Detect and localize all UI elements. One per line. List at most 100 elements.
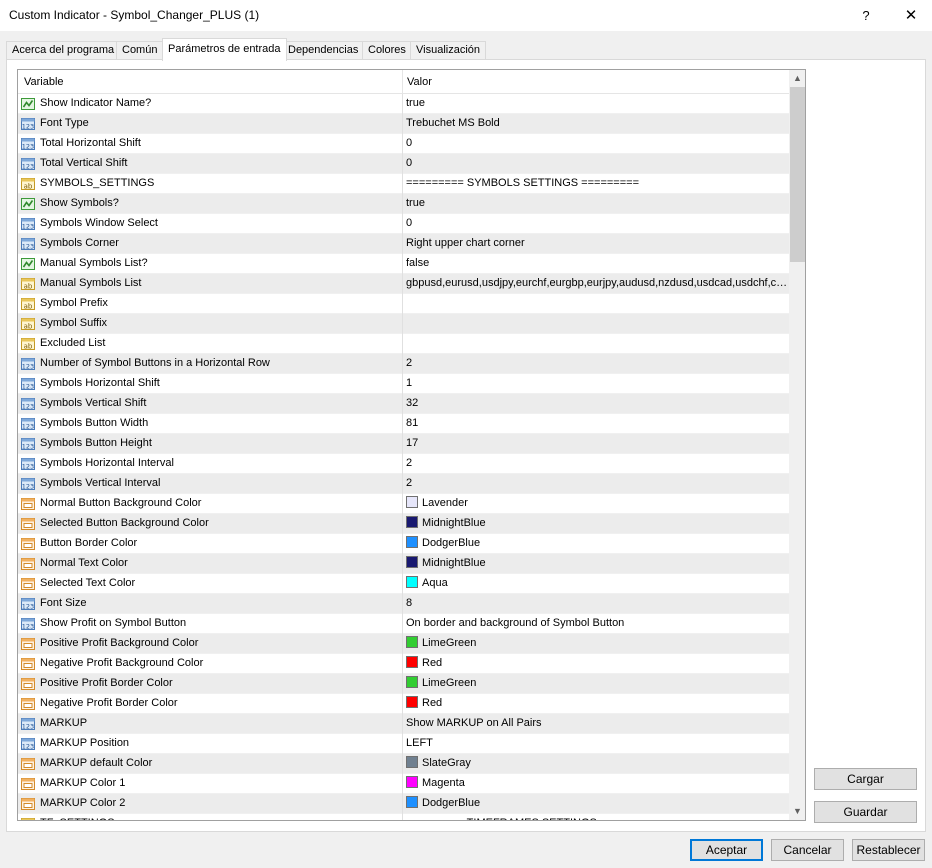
variable-cell[interactable]: ab Symbol Suffix — [18, 314, 403, 334]
parameter-row[interactable]: 123 Total Vertical Shift 0 — [18, 154, 789, 174]
value-cell[interactable]: 17 — [403, 434, 789, 454]
load-button[interactable]: Cargar — [814, 768, 917, 790]
parameter-row[interactable]: MARKUP Color 1 Magenta — [18, 774, 789, 794]
parameter-row[interactable]: 123 Show Profit on Symbol Button On border… — [18, 614, 789, 634]
value-cell[interactable]: Show MARKUP on All Pairs — [403, 714, 789, 734]
variable-cell[interactable]: 123 Number of Symbol Buttons in a Horizon… — [18, 354, 403, 374]
parameter-row[interactable]: Normal Text Color MidnightBlue — [18, 554, 789, 574]
variable-cell[interactable]: Manual Symbols List? — [18, 254, 403, 274]
value-cell[interactable]: 32 — [403, 394, 789, 414]
parameter-row[interactable]: 123 MARKUP Position LEFT — [18, 734, 789, 754]
value-cell[interactable]: 1 — [403, 374, 789, 394]
variable-cell[interactable]: Positive Profit Border Color — [18, 674, 403, 694]
parameter-row[interactable]: Manual Symbols List? false — [18, 254, 789, 274]
parameter-row[interactable]: 123 Symbols Button Width 81 — [18, 414, 789, 434]
cancel-button[interactable]: Cancelar — [771, 839, 844, 861]
variable-cell[interactable]: ab Symbol Prefix — [18, 294, 403, 314]
tab-dependencies[interactable]: Dependencias — [282, 41, 365, 60]
value-cell[interactable]: gbpusd,eurusd,usdjpy,eurchf,eurgbp,eurjp… — [403, 274, 789, 294]
variable-cell[interactable]: 123 Font Type — [18, 114, 403, 134]
scroll-up-arrow-icon[interactable]: ▲ — [789, 70, 805, 87]
variable-cell[interactable]: 123 Symbols Vertical Interval — [18, 474, 403, 494]
value-cell[interactable]: LimeGreen — [403, 674, 789, 694]
parameter-row[interactable]: 123 MARKUP Show MARKUP on All Pairs — [18, 714, 789, 734]
value-cell[interactable]: 81 — [403, 414, 789, 434]
parameter-row[interactable]: Negative Profit Background Color Red — [18, 654, 789, 674]
variable-cell[interactable]: 123 Total Horizontal Shift — [18, 134, 403, 154]
value-cell[interactable]: DodgerBlue — [403, 534, 789, 554]
variable-cell[interactable]: 123 Show Profit on Symbol Button — [18, 614, 403, 634]
value-cell[interactable]: Lavender — [403, 494, 789, 514]
parameter-row[interactable]: 123 Symbols Vertical Shift 32 — [18, 394, 789, 414]
parameter-row[interactable]: 123 Symbols Horizontal Interval 2 — [18, 454, 789, 474]
vertical-scrollbar[interactable]: ▲ ▼ — [789, 70, 805, 820]
value-cell[interactable]: Right upper chart corner — [403, 234, 789, 254]
tab-visualization[interactable]: Visualización — [410, 41, 487, 60]
parameter-row[interactable]: Button Border Color DodgerBlue — [18, 534, 789, 554]
parameter-row[interactable]: 123 Symbols Window Select 0 — [18, 214, 789, 234]
save-button[interactable]: Guardar — [814, 801, 917, 823]
variable-cell[interactable]: ab TF_SETTINGS — [18, 814, 403, 820]
tab-about[interactable]: Acerca del programa — [6, 41, 121, 60]
variable-cell[interactable]: MARKUP Color 1 — [18, 774, 403, 794]
value-cell[interactable]: Red — [403, 654, 789, 674]
parameter-row[interactable]: Selected Text Color Aqua — [18, 574, 789, 594]
variable-cell[interactable]: Negative Profit Background Color — [18, 654, 403, 674]
variable-cell[interactable]: 123 Symbols Horizontal Interval — [18, 454, 403, 474]
variable-cell[interactable]: 123 Symbols Button Width — [18, 414, 403, 434]
variable-cell[interactable]: 123 Symbols Window Select — [18, 214, 403, 234]
parameter-row[interactable]: MARKUP default Color SlateGray — [18, 754, 789, 774]
value-cell[interactable]: 0 — [403, 134, 789, 154]
value-cell[interactable]: Magenta — [403, 774, 789, 794]
parameter-row[interactable]: Normal Button Background Color Lavender — [18, 494, 789, 514]
value-cell[interactable]: Aqua — [403, 574, 789, 594]
value-cell[interactable]: false — [403, 254, 789, 274]
parameter-row[interactable]: 123 Number of Symbol Buttons in a Horizon… — [18, 354, 789, 374]
tab-common[interactable]: Común — [116, 41, 164, 60]
parameter-row[interactable]: ab Symbol Prefix — [18, 294, 789, 314]
parameter-row[interactable]: 123 Font Size 8 — [18, 594, 789, 614]
variable-cell[interactable]: MARKUP Color 2 — [18, 794, 403, 814]
column-header-value[interactable]: Valor — [403, 70, 789, 94]
value-cell[interactable]: Trebuchet MS Bold — [403, 114, 789, 134]
value-cell[interactable]: MidnightBlue — [403, 554, 789, 574]
variable-cell[interactable]: ab Excluded List — [18, 334, 403, 354]
scrollbar-thumb[interactable] — [790, 87, 805, 262]
parameter-row[interactable]: 123 Symbols Button Height 17 — [18, 434, 789, 454]
parameter-row[interactable]: Positive Profit Background Color LimeGree… — [18, 634, 789, 654]
tab-input-parameters[interactable]: Parámetros de entrada — [162, 38, 287, 61]
variable-cell[interactable]: ab SYMBOLS_SETTINGS — [18, 174, 403, 194]
parameter-row[interactable]: ab Excluded List — [18, 334, 789, 354]
value-cell[interactable]: ========= TIMEFRAMES SETTINGS ========= — [403, 814, 789, 820]
ok-button[interactable]: Aceptar — [690, 839, 763, 861]
tab-colors[interactable]: Colores — [362, 41, 412, 60]
variable-cell[interactable]: 123 Symbols Vertical Shift — [18, 394, 403, 414]
value-cell[interactable]: true — [403, 94, 789, 114]
variable-cell[interactable]: Selected Text Color — [18, 574, 403, 594]
parameter-row[interactable]: ab Symbol Suffix — [18, 314, 789, 334]
value-cell[interactable] — [403, 294, 789, 314]
variable-cell[interactable]: 123 MARKUP — [18, 714, 403, 734]
value-cell[interactable]: SlateGray — [403, 754, 789, 774]
value-cell[interactable]: On border and background of Symbol Butto… — [403, 614, 789, 634]
parameter-row[interactable]: 123 Font Type Trebuchet MS Bold — [18, 114, 789, 134]
help-button[interactable]: ? — [846, 0, 886, 31]
parameter-row[interactable]: Show Symbols? true — [18, 194, 789, 214]
variable-cell[interactable]: Positive Profit Background Color — [18, 634, 403, 654]
parameter-row[interactable]: 123 Symbols Vertical Interval 2 — [18, 474, 789, 494]
variable-cell[interactable]: ab Manual Symbols List — [18, 274, 403, 294]
value-cell[interactable]: LEFT — [403, 734, 789, 754]
value-cell[interactable]: ========= SYMBOLS SETTINGS ========= — [403, 174, 789, 194]
variable-cell[interactable]: Button Border Color — [18, 534, 403, 554]
variable-cell[interactable]: 123 Symbols Horizontal Shift — [18, 374, 403, 394]
variable-cell[interactable]: 123 Font Size — [18, 594, 403, 614]
column-header-variable[interactable]: Variable — [18, 70, 403, 94]
parameter-row[interactable]: Selected Button Background Color Midnight… — [18, 514, 789, 534]
reset-button[interactable]: Restablecer — [852, 839, 925, 861]
value-cell[interactable]: true — [403, 194, 789, 214]
value-cell[interactable]: 0 — [403, 154, 789, 174]
variable-cell[interactable]: Normal Text Color — [18, 554, 403, 574]
variable-cell[interactable]: MARKUP default Color — [18, 754, 403, 774]
value-cell[interactable]: MidnightBlue — [403, 514, 789, 534]
variable-cell[interactable]: Show Indicator Name? — [18, 94, 403, 114]
